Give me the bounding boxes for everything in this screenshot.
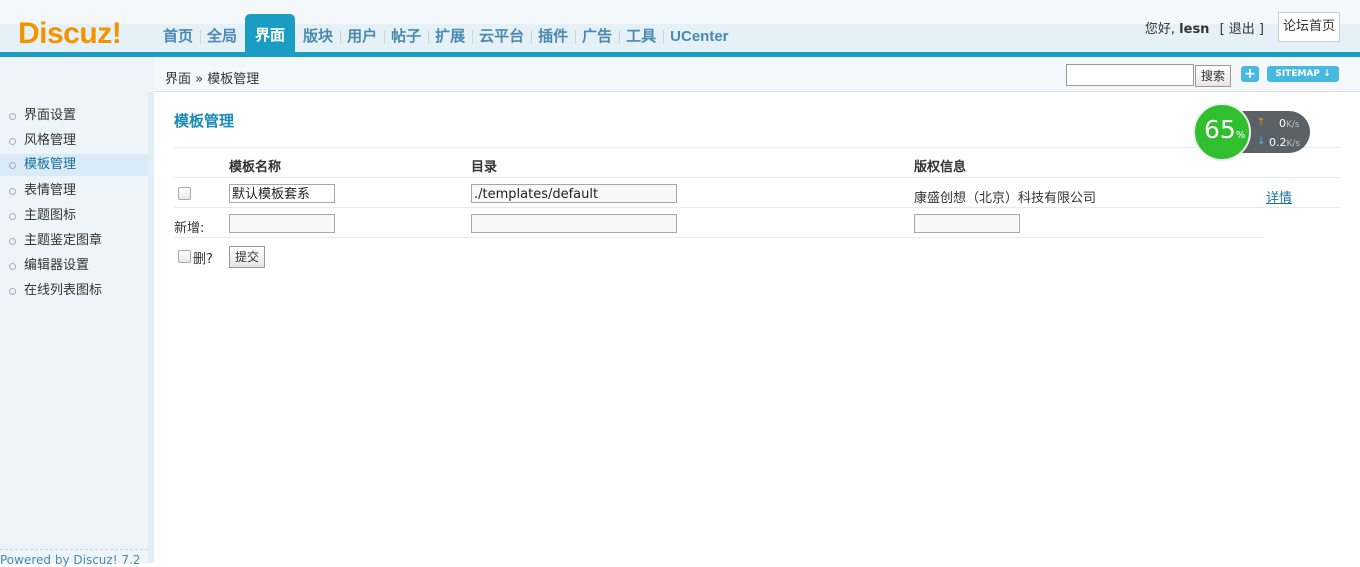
bullet-icon	[9, 213, 16, 220]
sidebar: 界面设置 风格管理 模板管理 表情管理 主题图标 主题鉴定图章 编辑器设置 在线…	[0, 92, 154, 563]
new-copyright-input[interactable]	[914, 214, 1020, 233]
template-dir-input[interactable]: ./templates/default	[471, 184, 677, 203]
delete-label: 删?	[193, 252, 213, 267]
bullet-icon	[9, 113, 16, 120]
nav-posts[interactable]: 帖子	[384, 22, 428, 52]
sidebar-item-label: 主题图标	[24, 208, 77, 223]
template-name-input[interactable]: 默认模板套系	[229, 184, 335, 203]
sidebar-item-label: 表情管理	[24, 183, 77, 198]
sidebar-item-interface-settings[interactable]: 界面设置	[0, 105, 148, 127]
nav-ucenter[interactable]: UCenter	[663, 22, 735, 52]
upload-arrow-icon: ↑	[1257, 117, 1266, 128]
powered-by[interactable]: Powered by Discuz! 7.2	[0, 553, 140, 567]
forum-home-button[interactable]: 论坛首页	[1278, 12, 1340, 42]
template-copyright: 康盛创想（北京）科技有限公司	[914, 191, 1097, 206]
header-copyright: 版权信息	[914, 160, 967, 175]
row-checkbox[interactable]	[178, 187, 191, 200]
nav-interface[interactable]: 界面	[245, 14, 296, 52]
new-label: 新增:	[174, 221, 205, 236]
sidebar-item-label: 风格管理	[24, 133, 77, 148]
new-name-input[interactable]	[229, 214, 335, 233]
sidebar-item-online-icons[interactable]: 在线列表图标	[0, 280, 148, 302]
nav-users[interactable]: 用户	[340, 22, 384, 52]
download-speed: 0.2K/s	[1269, 136, 1301, 149]
download-arrow-icon: ↓	[1257, 136, 1266, 147]
upload-speed: 0K/s	[1279, 117, 1300, 130]
bullet-icon	[9, 238, 16, 245]
bullet-icon	[9, 162, 16, 169]
nav-cloud[interactable]: 云平台	[472, 22, 531, 52]
sidebar-item-thread-icons[interactable]: 主题图标	[0, 205, 148, 227]
bullet-icon	[9, 188, 16, 195]
add-shortcut-button[interactable]: +	[1241, 66, 1259, 82]
new-dir-input[interactable]	[471, 214, 677, 233]
nav-plugins[interactable]: 插件	[531, 22, 575, 52]
search-button[interactable]: 搜索	[1195, 65, 1231, 87]
sidebar-item-label: 主题鉴定图章	[24, 233, 103, 248]
header-directory: 目录	[471, 160, 498, 175]
detail-link[interactable]: 详情	[1266, 187, 1292, 206]
submit-button[interactable]: 提交	[229, 246, 265, 268]
sub-bar: 界面 » 模板管理 搜索 + SITEMAP ↓	[154, 57, 1360, 92]
sidebar-item-label: 模板管理	[24, 157, 77, 172]
nav-global[interactable]: 全局	[200, 22, 244, 52]
page-title: 模板管理	[174, 113, 235, 130]
table-top-divider	[174, 147, 1340, 148]
sidebar-item-label: 界面设置	[24, 108, 77, 123]
nav-forums[interactable]: 版块	[296, 22, 340, 52]
nav-ads[interactable]: 广告	[575, 22, 619, 52]
nav-tools[interactable]: 工具	[619, 22, 663, 52]
nav-extensions[interactable]: 扩展	[428, 22, 472, 52]
greeting-text: 您好,	[1144, 22, 1176, 37]
sidebar-item-smilies[interactable]: 表情管理	[0, 180, 148, 202]
bullet-icon	[9, 138, 16, 145]
sidebar-top	[0, 57, 154, 92]
delete-all-checkbox[interactable]	[178, 250, 191, 263]
row-divider	[174, 207, 1340, 208]
nav-home[interactable]: 首页	[156, 22, 200, 52]
header-template-name: 模板名称	[229, 160, 282, 175]
logout-link[interactable]: [ 退出 ]	[1220, 22, 1264, 37]
sidebar-item-label: 在线列表图标	[24, 283, 103, 298]
sidebar-item-label: 编辑器设置	[24, 258, 90, 273]
sidebar-item-styles[interactable]: 风格管理	[0, 130, 148, 152]
logo-title: Discuz!	[18, 17, 122, 50]
cpu-usage-text: 65%	[1204, 115, 1246, 144]
sidebar-divider	[0, 549, 148, 550]
bullet-icon	[9, 263, 16, 270]
main-nav: 首页 全局 界面 版块 用户 帖子 扩展 云平台 插件 广告 工具 UCente…	[156, 14, 736, 52]
sidebar-item-thread-stamps[interactable]: 主题鉴定图章	[0, 230, 148, 252]
sitemap-button[interactable]: SITEMAP ↓	[1267, 66, 1339, 82]
username: lesn	[1179, 22, 1210, 37]
sidebar-item-editor-settings[interactable]: 编辑器设置	[0, 255, 148, 277]
search-input[interactable]	[1066, 64, 1194, 86]
sidebar-item-templates[interactable]: 模板管理	[0, 154, 148, 176]
bullet-icon	[9, 288, 16, 295]
header-divider	[174, 177, 1340, 178]
user-area: 您好, lesn [ 退出 ]	[1145, 18, 1264, 37]
breadcrumb: 界面 » 模板管理	[165, 72, 260, 87]
new-row-divider	[174, 237, 1264, 238]
